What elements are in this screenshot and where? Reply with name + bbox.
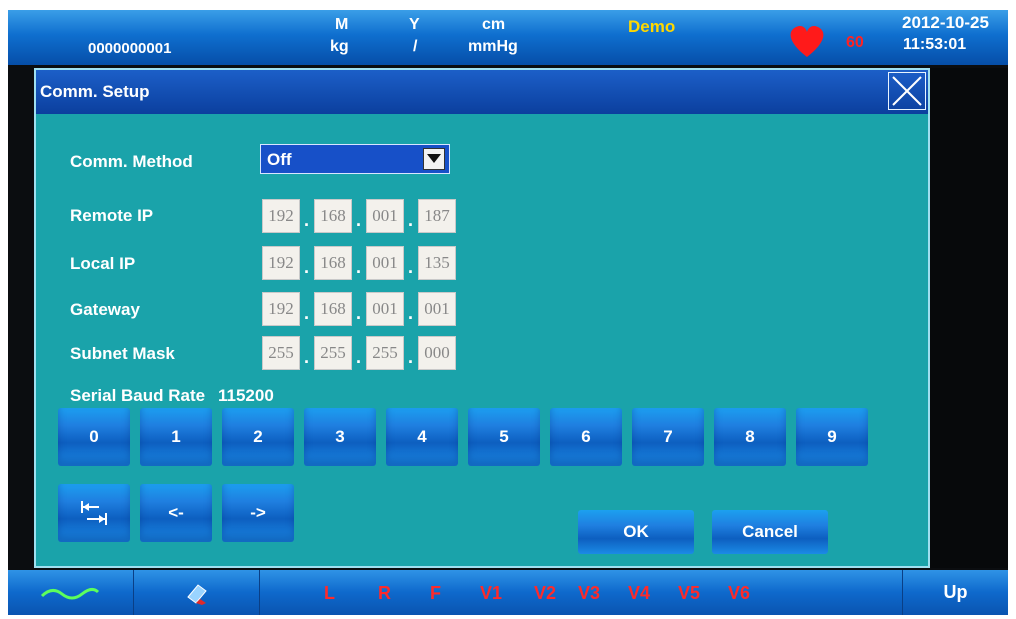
local-ip-octet-3[interactable]: 001 xyxy=(366,246,404,280)
cursor-left-button[interactable]: <- xyxy=(140,484,212,542)
unit-separator: / xyxy=(413,38,418,55)
up-button[interactable]: Up xyxy=(903,570,1008,615)
ip-dot: . xyxy=(356,347,362,367)
ip-dot: . xyxy=(304,347,310,367)
patient-sex: M xyxy=(335,16,349,33)
remote-ip-octet-4[interactable]: 187 xyxy=(418,199,456,233)
lead-l[interactable]: L xyxy=(324,583,335,604)
close-icon xyxy=(892,76,922,106)
subnet-mask-label: Subnet Mask xyxy=(70,344,175,363)
local-ip-octet-2[interactable]: 168 xyxy=(314,246,352,280)
ip-dot: . xyxy=(356,210,362,230)
local-ip-octet-4[interactable]: 135 xyxy=(418,246,456,280)
ip-dot: . xyxy=(304,303,310,323)
ecg-wave-icon xyxy=(40,587,100,600)
ip-dot: . xyxy=(304,210,310,230)
key-4[interactable]: 4 xyxy=(386,408,458,466)
subnet-octet-3[interactable]: 255 xyxy=(366,336,404,370)
key-6[interactable]: 6 xyxy=(550,408,622,466)
gateway-label: Gateway xyxy=(70,300,140,319)
baud-rate-value: 115200 xyxy=(218,386,274,405)
key-0[interactable]: 0 xyxy=(58,408,130,466)
lead-v4[interactable]: V4 xyxy=(628,583,650,604)
status-bar: 0000000001 M kg Y / cm mmHg Demo 60 2012… xyxy=(8,10,1008,65)
right-side-panel xyxy=(930,68,1008,568)
waveform-button[interactable] xyxy=(8,570,134,615)
key-7[interactable]: 7 xyxy=(632,408,704,466)
pressure-unit: mmHg xyxy=(468,38,518,55)
ip-dot: . xyxy=(304,257,310,277)
heart-rate: 60 xyxy=(846,34,864,51)
baud-rate-label: Serial Baud Rate xyxy=(70,386,206,405)
ip-dot: . xyxy=(356,303,362,323)
local-ip-label: Local IP xyxy=(70,254,136,273)
comm-method-select[interactable]: Off xyxy=(260,144,450,174)
ip-dot: . xyxy=(408,210,414,230)
tool-button[interactable] xyxy=(134,570,260,615)
remote-ip-octet-1[interactable]: 192 xyxy=(262,199,300,233)
gateway-octet-3[interactable]: 001 xyxy=(366,292,404,326)
ip-dot: . xyxy=(408,303,414,323)
lead-selector: L R F V1 V2 V3 V4 V5 V6 xyxy=(260,570,903,615)
ok-button[interactable]: OK xyxy=(578,510,694,554)
date-display: 2012-10-25 xyxy=(902,13,989,32)
dialog-title-bar: Comm. Setup xyxy=(36,70,928,114)
tab-icon xyxy=(81,501,107,525)
comm-method-value: Off xyxy=(267,150,292,169)
subnet-octet-2[interactable]: 255 xyxy=(314,336,352,370)
lead-f[interactable]: F xyxy=(430,583,441,604)
subnet-octet-1[interactable]: 255 xyxy=(262,336,300,370)
cursor-right-button[interactable]: -> xyxy=(222,484,294,542)
remote-ip-octet-3[interactable]: 001 xyxy=(366,199,404,233)
bottom-toolbar: L R F V1 V2 V3 V4 V5 V6 Up xyxy=(8,570,1008,615)
gateway-octet-1[interactable]: 192 xyxy=(262,292,300,326)
heart-icon xyxy=(790,25,824,57)
eraser-icon xyxy=(187,584,207,605)
key-1[interactable]: 1 xyxy=(140,408,212,466)
key-2[interactable]: 2 xyxy=(222,408,294,466)
local-ip-octet-1[interactable]: 192 xyxy=(262,246,300,280)
ip-dot: . xyxy=(356,257,362,277)
subnet-octet-4[interactable]: 000 xyxy=(418,336,456,370)
lead-v6[interactable]: V6 xyxy=(728,583,750,604)
lead-r[interactable]: R xyxy=(378,583,391,604)
key-5[interactable]: 5 xyxy=(468,408,540,466)
remote-ip-label: Remote IP xyxy=(70,206,154,225)
time-display: 11:53:01 xyxy=(903,36,967,53)
gateway-octet-2[interactable]: 168 xyxy=(314,292,352,326)
tab-button[interactable] xyxy=(58,484,130,542)
ip-dot: . xyxy=(408,257,414,277)
comm-setup-dialog: Comm. Setup Comm. Method Off Remote IP 1… xyxy=(34,68,930,568)
key-9[interactable]: 9 xyxy=(796,408,868,466)
key-3[interactable]: 3 xyxy=(304,408,376,466)
dropdown-arrow-icon xyxy=(423,148,445,170)
demo-badge: Demo xyxy=(628,17,676,36)
gateway-octet-4[interactable]: 001 xyxy=(418,292,456,326)
close-button[interactable] xyxy=(888,72,926,110)
monitor-screen: 0000000001 M kg Y / cm mmHg Demo 60 2012… xyxy=(8,10,1008,615)
dialog-title: Comm. Setup xyxy=(40,82,150,101)
age-unit: Y xyxy=(409,16,420,33)
lead-v5[interactable]: V5 xyxy=(678,583,700,604)
patient-id: 0000000001 xyxy=(88,40,172,57)
remote-ip-octet-2[interactable]: 168 xyxy=(314,199,352,233)
lead-v3[interactable]: V3 xyxy=(578,583,600,604)
cancel-button[interactable]: Cancel xyxy=(712,510,828,554)
lead-v1[interactable]: V1 xyxy=(480,583,502,604)
height-unit: cm xyxy=(482,16,506,33)
key-8[interactable]: 8 xyxy=(714,408,786,466)
weight-unit: kg xyxy=(330,38,349,55)
lead-v2[interactable]: V2 xyxy=(534,583,556,604)
comm-method-label: Comm. Method xyxy=(70,152,193,171)
ip-dot: . xyxy=(408,347,414,367)
